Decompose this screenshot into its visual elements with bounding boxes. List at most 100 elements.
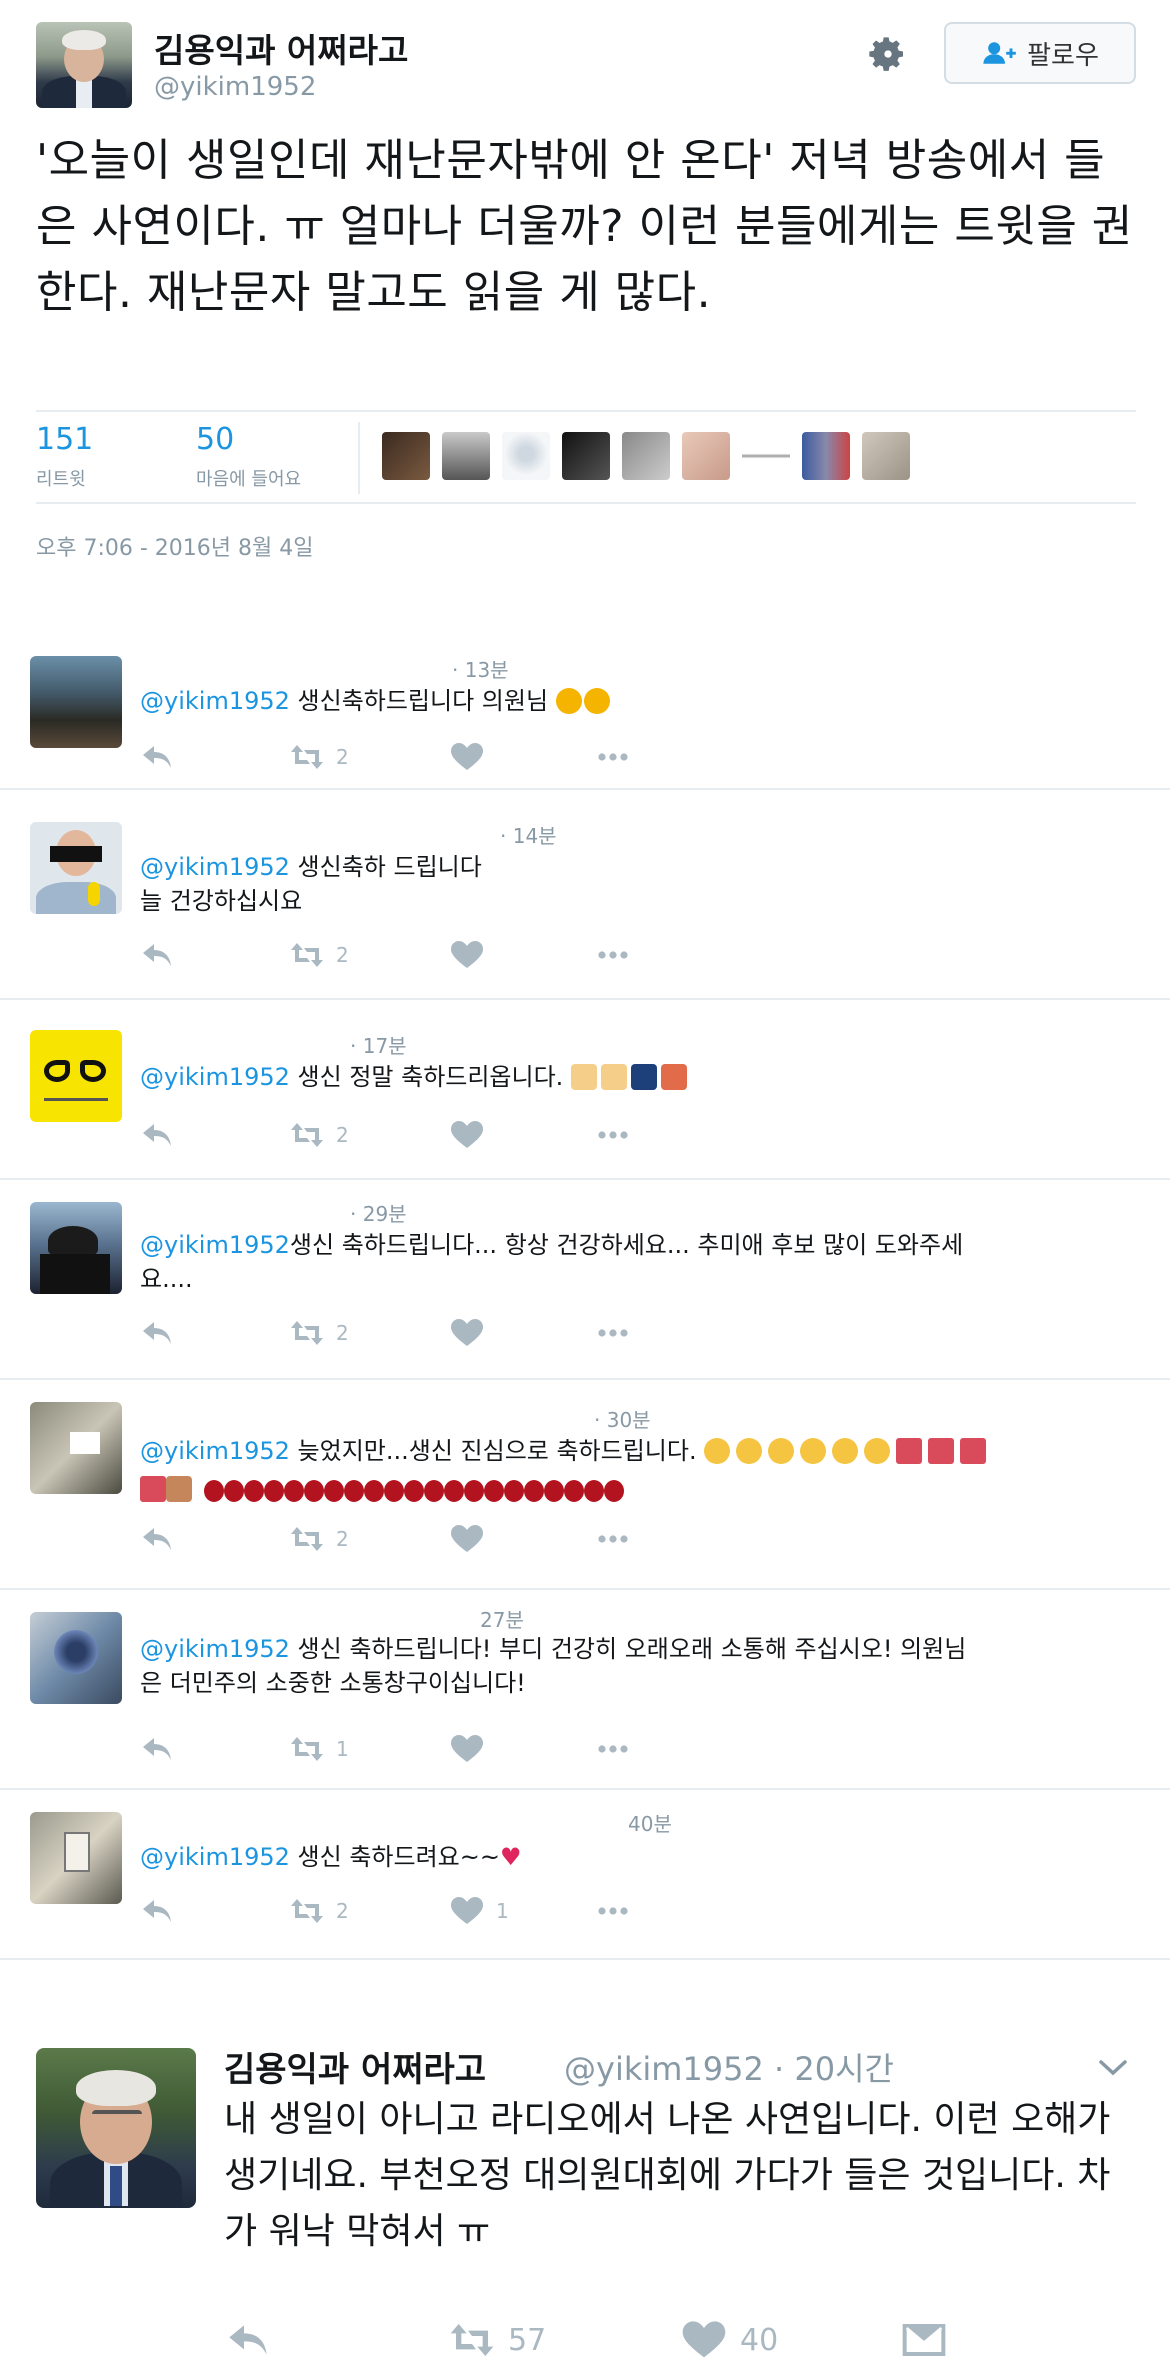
like-button[interactable] — [450, 1734, 496, 1764]
reply-text: @yikim1952 생신 축하드립니다! 부디 건강히 오래오래 소통해 주십… — [140, 1632, 1100, 1700]
like-count: 50 — [196, 422, 235, 457]
retweet-button[interactable]: 2 — [290, 940, 349, 970]
reply-item[interactable]: · 30분 @yikim1952 늦었지만...생신 진심으로 축하드립니다. … — [0, 1380, 1170, 1590]
more-button[interactable] — [596, 1318, 630, 1348]
author-name[interactable]: 김용익과 어쩌라고 — [224, 2042, 486, 2091]
reply-content: 늦었지만...생신 진심으로 축하드립니다. — [289, 1437, 697, 1465]
mention-link[interactable]: @yikim1952 — [140, 1437, 290, 1465]
avatar[interactable] — [682, 432, 730, 480]
avatar[interactable] — [36, 22, 132, 108]
avatar[interactable] — [30, 1030, 122, 1122]
avatar[interactable] — [30, 1402, 122, 1494]
more-button[interactable] — [596, 1524, 630, 1554]
heart-icon — [451, 1897, 483, 1924]
reply-button[interactable] — [140, 1734, 174, 1764]
avatar[interactable] — [442, 432, 490, 480]
like-button[interactable] — [450, 1318, 496, 1348]
like-button[interactable] — [450, 1524, 496, 1554]
reply-actions: 2 — [140, 742, 700, 782]
avatar[interactable] — [30, 822, 122, 914]
reply-item[interactable]: · 14분 @yikim1952 생신축하 드립니다 늘 건강하십시요 2 — [0, 790, 1170, 1000]
retweet-button[interactable]: 2 — [290, 1524, 349, 1554]
reply-item[interactable]: 27분 @yikim1952 생신 축하드립니다! 부디 건강히 오래오래 소통… — [0, 1590, 1170, 1790]
reply-time[interactable]: 40분 — [628, 1808, 672, 1837]
avatar[interactable] — [30, 1612, 122, 1704]
avatar[interactable] — [862, 432, 910, 480]
retweet-icon — [291, 1899, 323, 1923]
author-handle[interactable]: @yikim1952 — [154, 72, 316, 102]
retweet-icon — [291, 1527, 323, 1551]
reply-button[interactable] — [140, 1524, 174, 1554]
more-button[interactable] — [596, 1734, 630, 1764]
reply-button[interactable] — [140, 1120, 174, 1150]
avatar[interactable] — [502, 432, 550, 480]
like-button[interactable]: 1 — [450, 1896, 509, 1926]
retweet-button[interactable]: 2 — [290, 1120, 349, 1150]
reply-time[interactable]: 27분 — [480, 1604, 524, 1633]
reply-item[interactable]: · 29분 @yikim1952생신 축하드립니다... 항상 건강하세요...… — [0, 1180, 1170, 1380]
reply-actions: 1 — [140, 1734, 700, 1774]
mention-link[interactable]: @yikim1952 — [140, 1843, 290, 1871]
retweet-stat[interactable]: 151 리트윗 — [36, 422, 93, 491]
avatar[interactable] — [36, 2048, 196, 2208]
avatar[interactable] — [382, 432, 430, 480]
reply-text: @yikim1952 생신 정말 축하드리옵니다. — [140, 1060, 1100, 1094]
reply-time[interactable]: · 29분 — [350, 1198, 407, 1227]
avatar[interactable] — [30, 1202, 122, 1294]
reply-button[interactable] — [140, 940, 174, 970]
like-button[interactable] — [450, 940, 496, 970]
heart-icon — [451, 1735, 483, 1762]
reply-button[interactable] — [140, 1896, 174, 1926]
like-button[interactable]: 40 — [680, 2320, 778, 2360]
reply-time[interactable]: · 13분 — [452, 654, 509, 683]
author-handle[interactable]: @yikim1952 · 20시간 — [564, 2044, 894, 2090]
mention-link[interactable]: @yikim1952 — [140, 1063, 290, 1091]
reply-icon — [143, 1900, 171, 1922]
tweet-timestamp[interactable]: 오후 7:06 - 2016년 8월 4일 — [36, 530, 314, 562]
reply-time[interactable]: · 14분 — [500, 820, 557, 849]
mention-link[interactable]: @yikim1952 — [140, 1635, 290, 1663]
avatar[interactable] — [30, 1812, 122, 1904]
avatar[interactable] — [622, 432, 670, 480]
reply-text: @yikim1952 늦었지만...생신 진심으로 축하드립니다. — [140, 1432, 1100, 1508]
retweet-label: 리트윗 — [36, 469, 86, 490]
author-name[interactable]: 김용익과 어쩌라고 — [154, 24, 408, 72]
reply-button[interactable] — [140, 742, 174, 772]
reply-item[interactable]: · 13분 @yikim1952 생신축하드립니다 의원님 2 — [0, 640, 1170, 790]
retweet-count: 2 — [336, 1899, 349, 1923]
reply-time[interactable]: · 30분 — [594, 1404, 651, 1433]
chevron-down-icon[interactable] — [1098, 2058, 1128, 2078]
like-stat[interactable]: 50 마음에 들어요 — [196, 422, 301, 491]
reply-actions: 21 — [140, 1896, 700, 1936]
retweet-button[interactable]: 1 — [290, 1734, 349, 1764]
retweet-button[interactable]: 57 — [448, 2320, 546, 2360]
reply-icon — [143, 1528, 171, 1550]
reply-time[interactable]: · 17분 — [350, 1030, 407, 1059]
like-button[interactable] — [450, 742, 496, 772]
more-button[interactable] — [596, 1896, 630, 1926]
retweet-button[interactable]: 2 — [290, 1896, 349, 1926]
avatar[interactable] — [802, 432, 850, 480]
dm-button[interactable] — [900, 2320, 948, 2360]
reply-content: 생신축하드립니다 의원님 — [289, 687, 549, 715]
reply-item[interactable]: · 17분 @yikim1952 생신 정말 축하드리옵니다. 2 — [0, 1000, 1170, 1180]
avatar[interactable] — [30, 656, 122, 748]
follow-button[interactable]: 팔로우 — [944, 22, 1136, 84]
mention-link[interactable]: @yikim1952 — [140, 853, 290, 881]
reply-button[interactable] — [140, 1318, 174, 1348]
retweet-button[interactable]: 2 — [290, 1318, 349, 1348]
retweet-count: 57 — [508, 2322, 547, 2358]
like-button[interactable] — [450, 1120, 496, 1150]
avatar[interactable] — [562, 432, 610, 480]
retweet-button[interactable]: 2 — [290, 742, 349, 772]
more-button[interactable] — [596, 1120, 630, 1150]
gear-icon[interactable] — [868, 34, 908, 74]
author-reply-tweet[interactable]: 김용익과 어쩌라고 @yikim1952 · 20시간 내 생일이 아니고 라디… — [0, 2000, 1170, 2369]
more-button[interactable] — [596, 742, 630, 772]
mention-link[interactable]: @yikim1952 — [140, 1231, 290, 1259]
mention-link[interactable]: @yikim1952 — [140, 687, 290, 715]
reply-button[interactable] — [224, 2320, 272, 2360]
more-button[interactable] — [596, 940, 630, 970]
avatar[interactable] — [742, 432, 790, 480]
reply-item[interactable]: 40분 @yikim1952 생신 축하드려요~~♥ 21 — [0, 1790, 1170, 1960]
